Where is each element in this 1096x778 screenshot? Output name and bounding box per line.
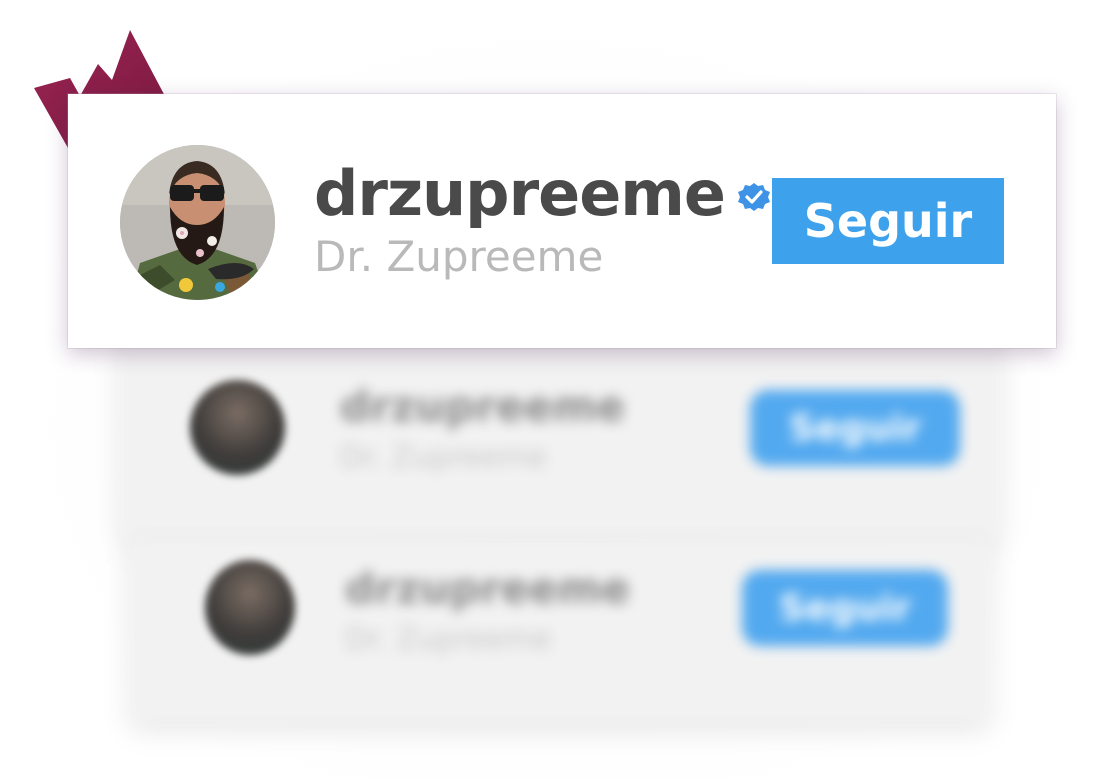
promo-stage: drzupreeme Dr. Zupreeme Seguir drzupreem… xyxy=(0,0,1096,778)
featured-profile-card: drzupreeme Dr. Zupreeme Seguir xyxy=(68,94,1056,348)
profile-full-name: Dr. Zupreeme xyxy=(314,232,604,281)
suggested-fullname-1: Dr. Zupreeme xyxy=(340,440,547,475)
username-row: drzupreeme xyxy=(314,158,771,230)
suggested-username-1: drzupreeme xyxy=(340,382,626,431)
suggested-fullname-2: Dr. Zupreeme xyxy=(345,622,552,657)
profile-avatar[interactable] xyxy=(120,145,275,300)
suggested-follow-button-1[interactable]: Seguir xyxy=(750,390,960,466)
suggested-avatar-2 xyxy=(205,560,295,655)
verified-badge-icon xyxy=(737,183,770,211)
suggested-username-2: drzupreeme xyxy=(345,564,631,613)
suggested-follow-button-2[interactable]: Seguir xyxy=(742,570,948,646)
avatar-portrait-image xyxy=(120,145,275,300)
follow-button[interactable]: Seguir xyxy=(772,178,1004,264)
profile-name-block: drzupreeme Dr. Zupreeme xyxy=(314,158,771,278)
suggested-avatar-1 xyxy=(190,380,285,475)
profile-username[interactable]: drzupreeme xyxy=(314,163,726,225)
